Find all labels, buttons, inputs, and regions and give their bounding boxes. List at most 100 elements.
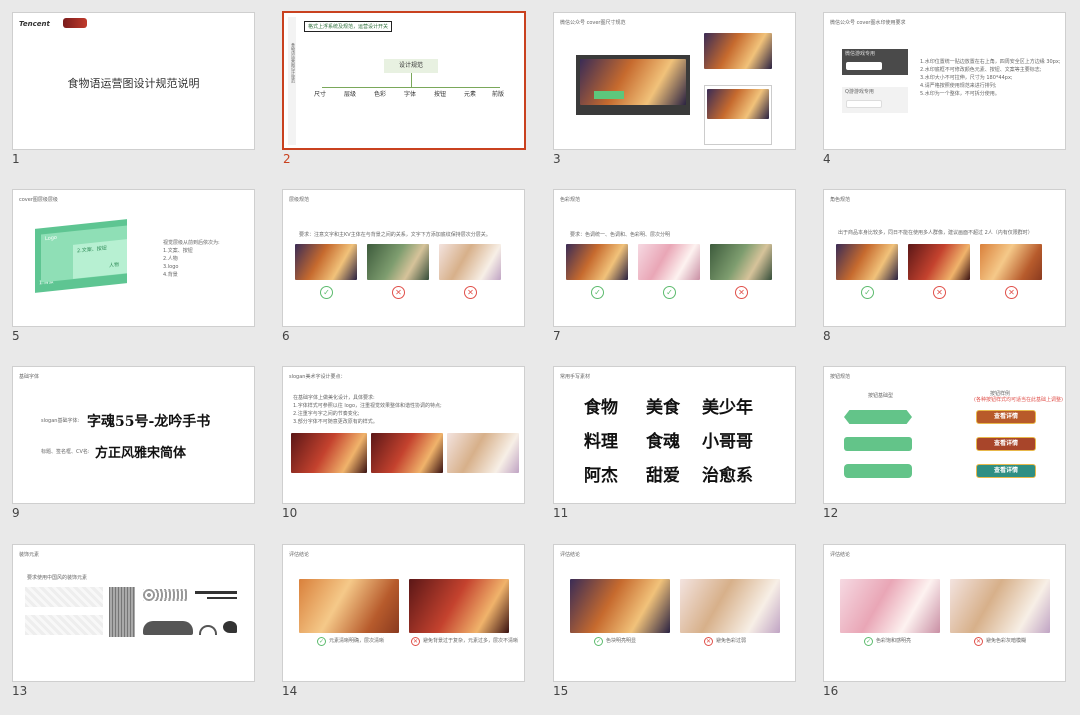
cross-icon: ✕ [974, 637, 983, 646]
slide-thumbnail-14[interactable]: 评估结论 ✓ 元素清晰明确，层次清晰 ✕ 避免背景过于复杂，元素过多，层次不清晰 [282, 544, 525, 682]
example-banner [447, 433, 519, 473]
detail-button-sample: 查看详情 [976, 410, 1036, 424]
game-logo [63, 18, 87, 28]
evaluation-text: 避免色彩过弱 [716, 638, 747, 644]
example-banner [836, 244, 898, 280]
handwriting-word: 食魂 [646, 432, 680, 452]
layer-line: 视觉层级从前到后依次为: [163, 240, 220, 246]
side-text: 食物语运营图设计规范 [291, 43, 296, 83]
handwriting-word: 美食 [646, 398, 680, 418]
font-sample-body: 方正风雅宋简体 [95, 446, 187, 461]
slide-thumbnail-7[interactable]: 色彩规范 要求：色调统一、色调和、色彩明、层次分明 ✓ ✓ ✕ [553, 189, 796, 327]
slide-thumbnail-12[interactable]: 按钮规范 按钮基础型 按钮样例 (各种按钮样式均可适当在此基础上调整) 查看详情… [823, 366, 1066, 504]
slide-title: 基础字体 [19, 374, 40, 380]
slide-thumbnail-1[interactable]: Tencent 食物语运营图设计规范说明 [12, 12, 255, 150]
slide-desc: 要求：注意文字和主KV主体在与背景之间的关系，文字下方添加底纹保持层次分层关。 [299, 232, 491, 238]
slide-number: 4 [823, 152, 831, 166]
layer-line: 3.logo [163, 264, 179, 270]
rule-line: 1.水印位置统一贴边放置在右上角，四周安全区上方边缘 30px; [920, 59, 1061, 65]
watermark-label: Q游游戏专用 [845, 89, 874, 95]
handwriting-word: 美少年 [702, 398, 753, 418]
watermark-badge [846, 100, 882, 108]
layer-label: Logo [45, 234, 57, 243]
evaluation-text: 色块明亮明显 [606, 638, 637, 644]
slide-thumbnail-13[interactable]: 装饰元素 要求使用中国风的装饰元素 [12, 544, 255, 682]
branch-item: 层级 [344, 91, 357, 98]
line-ornament [207, 597, 237, 599]
wave-ornament [199, 625, 217, 635]
slide-title: 层级规范 [289, 197, 310, 203]
font-sample-slogan: 字魂55号-龙吟手书 [87, 414, 211, 430]
cover-banner [704, 33, 772, 69]
button-shape-sample [844, 410, 912, 424]
check-icon: ✓ [861, 286, 874, 299]
watermark-sample-light: Q游游戏专用 [842, 87, 908, 113]
slide-thumbnail-10[interactable]: slogan美术字设计要点： 在基础字体上做美化设计，具体要求: 1.字体样式可… [282, 366, 525, 504]
column-label: 按钮基础型 [868, 393, 894, 399]
slide-thumbnail-2[interactable]: 食物语运营图设计规范 格式上浮系统及规范，运营设计开关 设计规范 尺寸 层级 色… [282, 11, 526, 150]
example-banner [409, 579, 509, 633]
slogan-rule: 2.注重字与字之间的节奏变化; [293, 411, 360, 417]
branch-item: 尺寸 [314, 91, 327, 98]
watermark-label: 微信游戏专用 [845, 51, 876, 57]
branch-item: 按钮 [434, 91, 447, 98]
rule-line: 3.水印大小不可拉伸，尺寸为 180*44px; [920, 75, 1013, 81]
example-banner [295, 244, 357, 280]
check-icon: ✓ [594, 637, 603, 646]
layer-block: 2.文案、按钮 人物 [73, 239, 127, 279]
example-banner [439, 244, 501, 280]
slide-thumbnail-4[interactable]: 微信公众号 cover图水印使用要求 微信游戏专用 Q游游戏专用 1.水印位置统… [823, 12, 1066, 150]
slide-desc: 要求：色调统一、色调和、色彩明、层次分明 [570, 232, 671, 238]
evaluation-text: 元素清晰明确，层次清晰 [329, 638, 385, 644]
layer-label: 人物 [109, 262, 120, 270]
check-icon: ✓ [591, 286, 604, 299]
center-node: 设计规范 [384, 59, 438, 73]
slide-number: 3 [553, 152, 561, 166]
slide-title: 按钮规范 [830, 374, 851, 380]
slide-number: 16 [823, 684, 839, 698]
tencent-logo: Tencent [19, 20, 50, 28]
slide-thumbnail-6[interactable]: 层级规范 要求：注意文字和主KV主体在与背景之间的关系，文字下方添加底纹保持层次… [282, 189, 525, 327]
cross-icon: ✕ [464, 286, 477, 299]
cross-icon: ✕ [411, 637, 420, 646]
handwriting-word: 食物 [584, 398, 618, 418]
evaluation-text: 避免色彩灰暗模糊 [986, 638, 1027, 644]
rule-line: 2.水印底框不可修改颜色元素、按钮、文案等主要标志; [920, 67, 1042, 73]
safe-area-marker [594, 91, 624, 99]
handwriting-word: 甜爱 [646, 466, 680, 486]
slide-number: 10 [282, 506, 298, 520]
watermark-sample-dark: 微信游戏专用 [842, 49, 908, 75]
example-banner [566, 244, 628, 280]
example-banner [840, 579, 940, 633]
layer-line: 4.背景 [163, 272, 178, 278]
example-banner [950, 579, 1050, 633]
slide-desc: 要求使用中国风的装饰元素 [27, 575, 88, 581]
leaf-ornament [223, 621, 237, 633]
slide-thumbnail-11[interactable]: 常用手写素材 食物 美食 美少年 料理 食魂 小哥哥 阿杰 甜爱 治愈系 [553, 366, 796, 504]
slide-number: 7 [553, 329, 561, 343]
evaluation-text: 避免背景过于复杂，元素过多，层次不清晰 [423, 638, 519, 644]
rule-line: 5.水印为一个整体，不可拆分使用。 [920, 91, 1000, 97]
slide-thumbnail-16[interactable]: 评估结论 ✓ 色彩饱和感明亮 ✕ 避免色彩灰暗模糊 [823, 544, 1066, 682]
slide-title: 常用手写素材 [560, 374, 591, 380]
slide-thumbnail-8[interactable]: 角色规范 出于商品本身比较多，同日不能在使用多人群像，建议画面不超过 2人（内有… [823, 189, 1066, 327]
slide-thumbnail-15[interactable]: 评估结论 ✓ 色块明亮明显 ✕ 避免色彩过弱 [553, 544, 796, 682]
layer-label: 2.文案、按钮 [77, 245, 107, 255]
example-banner [291, 433, 367, 473]
check-icon: ✓ [663, 286, 676, 299]
slide-thumbnail-3[interactable]: 微信公众号 cover图尺寸规范 [553, 12, 796, 150]
slide-thumbnail-5[interactable]: cover图层级层级 1.背景 Logo 2.文案、按钮 人物 视觉层级从前到后… [12, 189, 255, 327]
button-shape-sample [844, 464, 912, 478]
slide-number: 9 [12, 506, 20, 520]
branch-item: 字体 [404, 91, 417, 98]
slide-thumbnail-9[interactable]: 基础字体 slogan基础字体: 字魂55号-龙吟手书 标题、签名框、CV名: … [12, 366, 255, 504]
line-ornament [195, 591, 237, 594]
handwriting-word: 治愈系 [702, 466, 753, 486]
slogan-rule: 1.字体样式可参照以往 logo，注重视觉效果整体和谐性协调的特点; [293, 403, 442, 409]
handwriting-word: 阿杰 [584, 466, 618, 486]
slide-title: 评估结论 [830, 552, 851, 558]
example-banner [710, 244, 772, 280]
slogan-rule: 在基础字体上做美化设计，具体要求: [293, 395, 375, 401]
slide-number: 12 [823, 506, 839, 520]
cross-icon: ✕ [392, 286, 405, 299]
